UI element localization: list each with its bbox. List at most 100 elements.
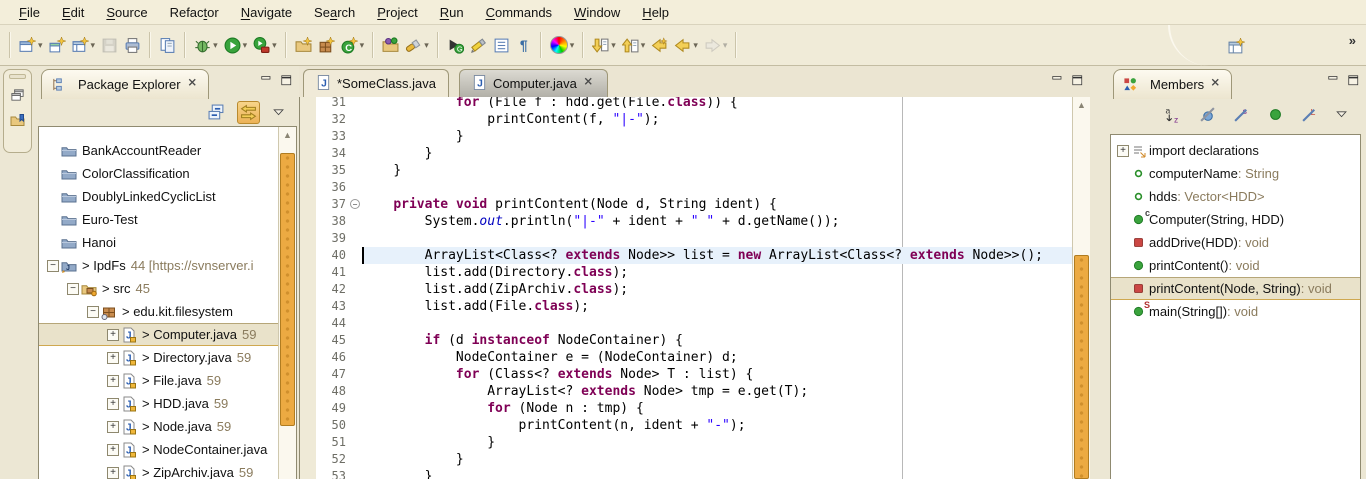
annotation-ruler[interactable] <box>300 298 316 315</box>
line-number[interactable]: 43 <box>316 298 350 315</box>
dropdown-chevron-icon[interactable]: ▾ <box>360 40 365 51</box>
expand-plus-icon[interactable]: + <box>107 375 119 387</box>
mark-occurrences-button[interactable] <box>467 34 490 57</box>
tree-item[interactable]: ColorClassification <box>39 162 296 185</box>
code-line[interactable]: 52 } <box>300 451 1073 468</box>
annotation-ruler[interactable] <box>300 434 316 451</box>
dropdown-chevron-icon[interactable]: ▾ <box>424 40 429 51</box>
scroll-up-arrow[interactable]: ▲ <box>279 127 296 143</box>
code-line[interactable]: 43 list.add(File.class); <box>300 298 1073 315</box>
view-menu-button[interactable] <box>269 102 289 122</box>
annotation-ruler[interactable] <box>300 128 316 145</box>
code-line[interactable]: 41 list.add(Directory.class); <box>300 264 1073 281</box>
new-java-project-button[interactable] <box>292 34 315 57</box>
menu-project[interactable]: Project <box>366 2 428 23</box>
expand-minus-icon[interactable]: − <box>67 283 79 295</box>
annotation-ruler[interactable] <box>300 162 316 179</box>
menu-search[interactable]: Search <box>303 2 366 23</box>
link-with-editor-button[interactable] <box>237 101 260 124</box>
menu-source[interactable]: Source <box>95 2 158 23</box>
package-explorer-minimize-button[interactable] <box>261 75 273 87</box>
code-line[interactable]: 49 for (Node n : tmp) { <box>300 400 1073 417</box>
last-edit-location-button[interactable] <box>648 34 671 57</box>
code-line[interactable]: 51 } <box>300 434 1073 451</box>
tree-item[interactable]: +J> HDD.java59 <box>39 392 296 415</box>
dropdown-chevron-icon[interactable]: ▾ <box>213 40 218 51</box>
scrollbar-thumb[interactable] <box>280 153 295 426</box>
annotation-ruler[interactable] <box>300 264 316 281</box>
member-item[interactable]: hdds : Vector<HDD> <box>1111 185 1360 208</box>
next-annotation-button[interactable]: ▾ <box>589 34 619 57</box>
code-line[interactable]: 40 ArrayList<Class<? extends Node>> list… <box>300 247 1073 264</box>
annotation-ruler[interactable] <box>300 468 316 479</box>
restore-view-button[interactable] <box>4 88 31 103</box>
dropdown-chevron-icon[interactable]: ▾ <box>91 40 96 51</box>
menu-navigate[interactable]: Navigate <box>230 2 303 23</box>
line-number[interactable]: 52 <box>316 451 350 468</box>
debug-button[interactable]: ▾ <box>191 34 221 57</box>
line-number[interactable]: 35 <box>316 162 350 179</box>
scroll-up-arrow[interactable]: ▲ <box>1073 97 1090 113</box>
show-selected-element-button[interactable] <box>490 34 513 57</box>
menu-commands[interactable]: Commands <box>475 2 563 23</box>
copy-documents-button[interactable] <box>156 34 179 57</box>
editor-minimize-button[interactable] <box>1052 75 1064 87</box>
code-line[interactable]: 50 printContent(n, ident + "-"); <box>300 417 1073 434</box>
annotation-ruler[interactable] <box>300 332 316 349</box>
code-line[interactable]: 39 <box>300 230 1073 247</box>
line-number[interactable]: 33 <box>316 128 350 145</box>
tree-item[interactable]: Euro-Test <box>39 208 296 231</box>
open-type-button[interactable] <box>379 34 402 57</box>
menu-edit[interactable]: Edit <box>51 2 95 23</box>
line-number[interactable]: 51 <box>316 434 350 451</box>
dropdown-chevron-icon[interactable]: ▾ <box>243 40 248 51</box>
back-button[interactable]: ▾ <box>671 34 701 57</box>
annotation-ruler[interactable] <box>300 247 316 264</box>
tree-item[interactable]: +J> Node.java59 <box>39 415 296 438</box>
run-last-launched-button[interactable]: G <box>444 34 467 57</box>
new-project-button[interactable] <box>46 34 69 57</box>
open-perspective-button[interactable] <box>1225 35 1248 58</box>
tree-item[interactable]: +J> Directory.java59 <box>39 346 296 369</box>
view-menu-button[interactable] <box>1332 104 1352 124</box>
line-number[interactable]: 38 <box>316 213 350 230</box>
sort-button[interactable]: az <box>1162 103 1185 126</box>
editor-maximize-button[interactable] <box>1072 75 1084 87</box>
dropdown-chevron-icon[interactable]: ▾ <box>272 40 277 51</box>
annotation-ruler[interactable] <box>300 281 316 298</box>
run-external-tools-button[interactable]: ▾ <box>250 34 280 57</box>
annotation-ruler[interactable] <box>300 417 316 434</box>
editor-tab-computerjava[interactable]: JComputer.java <box>459 69 608 97</box>
tree-item[interactable]: +J> Computer.java59 <box>39 323 296 346</box>
code-line[interactable]: 31 for (File f : hdd.get(File.class)) { <box>300 97 1073 111</box>
fold-collapse-icon[interactable]: − <box>350 199 360 209</box>
annotation-ruler[interactable] <box>300 145 316 162</box>
dropdown-chevron-icon[interactable]: ▾ <box>38 40 43 51</box>
line-number[interactable]: 40 <box>316 247 350 264</box>
line-number[interactable]: 50 <box>316 417 350 434</box>
annotation-ruler[interactable] <box>300 97 316 111</box>
annotation-ruler[interactable] <box>300 315 316 332</box>
code-line[interactable]: 53 } <box>300 468 1073 479</box>
code-line[interactable]: 37− private void printContent(Node d, St… <box>300 196 1073 213</box>
line-number[interactable]: 49 <box>316 400 350 417</box>
hide-fields-button[interactable] <box>1196 103 1219 126</box>
line-number[interactable]: 36 <box>316 179 350 196</box>
code-line[interactable]: 42 list.add(ZipArchiv.class); <box>300 281 1073 298</box>
member-item[interactable]: Smain(String[]) : void <box>1111 300 1360 323</box>
editor-scrollbar[interactable]: ▲ <box>1072 97 1090 479</box>
line-number[interactable]: 32 <box>316 111 350 128</box>
close-icon[interactable] <box>583 76 595 91</box>
line-number[interactable]: 47 <box>316 366 350 383</box>
line-number[interactable]: 44 <box>316 315 350 332</box>
collapse-all-button[interactable] <box>205 101 228 124</box>
package-explorer-tree[interactable]: BankAccountReaderColorClassificationDoub… <box>38 126 297 479</box>
expand-minus-icon[interactable]: − <box>47 260 59 272</box>
search-button[interactable]: ▾ <box>402 34 432 57</box>
package-explorer-scrollbar[interactable]: ▲ <box>278 127 296 479</box>
tree-item[interactable]: BankAccountReader <box>39 139 296 162</box>
code-editor[interactable]: 31 for (File f : hdd.get(File.class)) {3… <box>299 97 1090 479</box>
annotation-ruler[interactable] <box>300 383 316 400</box>
tree-item[interactable]: −> edu.kit.filesystem <box>39 300 296 323</box>
member-item[interactable]: printContent() : void <box>1111 254 1360 277</box>
